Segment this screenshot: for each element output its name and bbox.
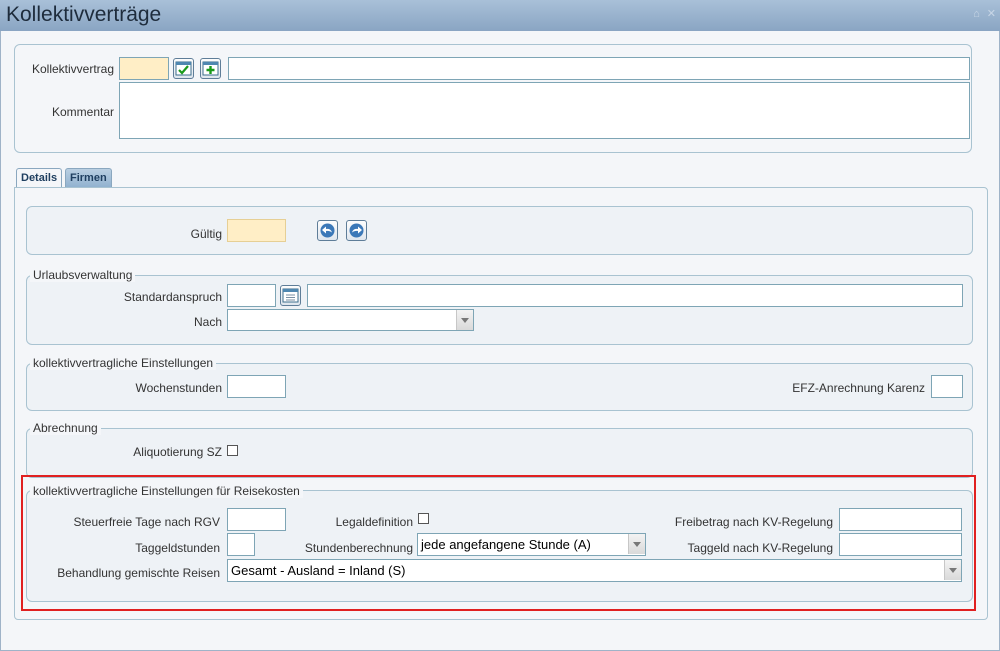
aliquotierung-label: Aliquotierung SZ [133, 445, 222, 459]
kollektivvertrag-name-input[interactable] [228, 57, 970, 80]
efz-input[interactable] [931, 375, 963, 398]
add-button[interactable] [200, 58, 221, 79]
window-title: Kollektivverträge [6, 3, 162, 26]
kommentar-textarea[interactable] [119, 82, 970, 139]
arrow-left-icon [320, 223, 335, 238]
kollektivvertrag-code-input[interactable] [119, 57, 169, 80]
chevron-down-icon [456, 310, 473, 330]
standardanspruch-label: Standardanspruch [123, 290, 222, 304]
standardanspruch-text-input[interactable] [307, 284, 963, 307]
kommentar-label: Kommentar [51, 105, 114, 119]
tab-firmen[interactable]: Firmen [65, 168, 112, 188]
plus-icon [202, 61, 219, 76]
standardanspruch-input[interactable] [227, 284, 276, 307]
nach-label: Nach [193, 315, 222, 329]
highlight-rectangle [21, 475, 976, 611]
window-controls[interactable]: ⌂ ✕ [973, 7, 998, 20]
tab-details[interactable]: Details [16, 168, 63, 188]
abrechnung-legend: Abrechnung [30, 421, 101, 435]
forward-button[interactable] [346, 220, 367, 241]
nach-select[interactable] [227, 309, 474, 331]
back-button[interactable] [317, 220, 338, 241]
aliquotierung-checkbox[interactable] [227, 445, 238, 456]
urlaub-legend: Urlaubsverwaltung [30, 268, 136, 282]
calendar-icon [282, 288, 299, 303]
standardanspruch-lookup-button[interactable] [280, 285, 301, 306]
kv-einstellungen-legend: kollektivvertragliche Einstellungen [30, 356, 217, 370]
tab-details-label: Details [21, 172, 58, 184]
gueltig-label: Gültig [190, 227, 222, 241]
wochenstunden-input[interactable] [227, 375, 286, 398]
tab-firmen-label: Firmen [70, 172, 107, 184]
arrow-right-icon [349, 223, 364, 238]
title-bar: Kollektivverträge ⌂ ✕ [0, 0, 1000, 32]
checkmark-icon [175, 61, 192, 76]
wochenstunden-label: Wochenstunden [135, 381, 222, 395]
kollektivvertrag-label: Kollektivvertrag [31, 62, 114, 76]
gueltig-input[interactable] [227, 219, 286, 242]
confirm-button[interactable] [173, 58, 194, 79]
efz-label: EFZ-Anrechnung Karenz [792, 381, 925, 395]
